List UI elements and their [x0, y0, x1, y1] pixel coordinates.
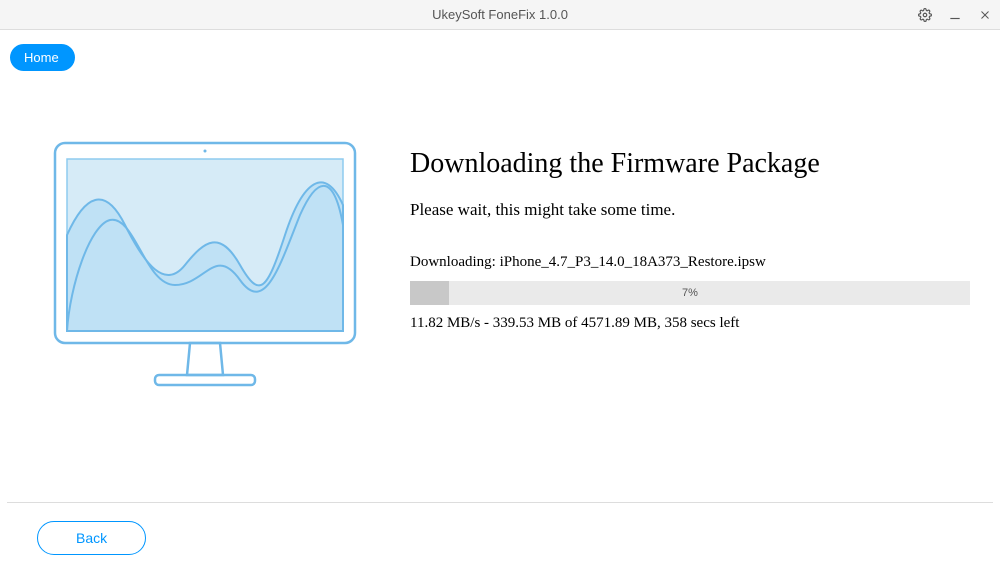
- settings-icon[interactable]: [918, 8, 932, 22]
- minimize-icon[interactable]: [948, 8, 962, 22]
- back-button[interactable]: Back: [37, 521, 146, 555]
- home-tab[interactable]: Home: [10, 44, 75, 71]
- page-heading: Downloading the Firmware Package: [410, 148, 970, 180]
- main-content: Downloading the Firmware Package Please …: [0, 30, 1000, 395]
- downloading-prefix: Downloading:: [410, 254, 500, 270]
- window-title: UkeySoft FoneFix 1.0.0: [432, 7, 568, 22]
- page-subtext: Please wait, this might take some time.: [410, 200, 970, 220]
- titlebar-controls: [918, 8, 992, 22]
- downloading-filename: iPhone_4.7_P3_14.0_18A373_Restore.ipsw: [500, 254, 766, 270]
- close-icon[interactable]: [978, 8, 992, 22]
- progress-bar: 7%: [410, 281, 970, 305]
- titlebar: UkeySoft FoneFix 1.0.0: [0, 0, 1000, 30]
- monitor-illustration-icon: [45, 135, 365, 395]
- info-panel: Downloading the Firmware Package Please …: [410, 130, 970, 395]
- illustration: [30, 130, 380, 395]
- downloading-line: Downloading: iPhone_4.7_P3_14.0_18A373_R…: [410, 254, 970, 271]
- footer: Back: [7, 502, 993, 572]
- progress-percent-label: 7%: [410, 287, 970, 299]
- download-stats: 11.82 MB/s - 339.53 MB of 4571.89 MB, 35…: [410, 315, 970, 332]
